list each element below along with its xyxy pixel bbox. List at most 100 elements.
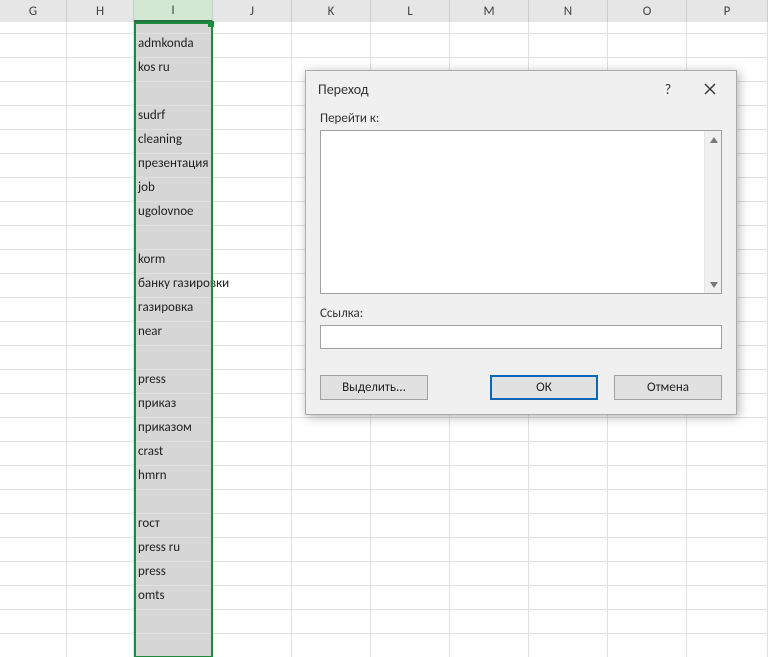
cell[interactable]: банку газировки (134, 274, 213, 298)
cell[interactable] (0, 178, 67, 202)
cell[interactable]: admkonda (134, 34, 213, 58)
cell[interactable] (0, 610, 67, 634)
cell[interactable] (371, 442, 450, 466)
scroll-down-icon[interactable] (705, 276, 722, 293)
cell[interactable] (0, 586, 67, 610)
cell[interactable] (134, 610, 213, 634)
cell[interactable]: cleaning (134, 130, 213, 154)
cell[interactable] (371, 562, 450, 586)
cell[interactable] (213, 226, 292, 250)
cell[interactable] (213, 130, 292, 154)
cell[interactable] (67, 562, 134, 586)
cell[interactable] (67, 82, 134, 106)
cell[interactable] (213, 58, 292, 82)
cell[interactable] (529, 514, 608, 538)
cell[interactable] (213, 82, 292, 106)
cell[interactable] (371, 466, 450, 490)
cell[interactable] (67, 34, 134, 58)
cell[interactable] (67, 394, 134, 418)
cell[interactable] (67, 178, 134, 202)
select-special-button[interactable]: Выделить... (320, 375, 428, 400)
cell[interactable] (213, 538, 292, 562)
cell[interactable]: ugolovnoe (134, 202, 213, 226)
cell[interactable] (67, 202, 134, 226)
cell[interactable] (687, 34, 768, 58)
cell[interactable] (213, 490, 292, 514)
cell[interactable] (213, 586, 292, 610)
cell[interactable] (0, 538, 67, 562)
cell[interactable] (0, 274, 67, 298)
cell[interactable] (687, 610, 768, 634)
cell[interactable] (213, 418, 292, 442)
cell[interactable] (529, 634, 608, 657)
cell[interactable] (450, 562, 529, 586)
cell[interactable] (0, 130, 67, 154)
cell[interactable] (213, 322, 292, 346)
cell[interactable] (529, 538, 608, 562)
cell[interactable] (213, 634, 292, 657)
cell[interactable] (371, 586, 450, 610)
cell[interactable]: job (134, 178, 213, 202)
cell[interactable] (0, 466, 67, 490)
cell[interactable]: приказом (134, 418, 213, 442)
cell[interactable] (371, 514, 450, 538)
ok-button[interactable]: ОК (490, 375, 598, 400)
cell[interactable] (0, 202, 67, 226)
scroll-up-icon[interactable] (705, 131, 722, 148)
cell[interactable] (687, 538, 768, 562)
column-header-L[interactable]: L (371, 0, 450, 22)
cell[interactable] (0, 22, 67, 34)
cell[interactable]: press ru (134, 538, 213, 562)
cell[interactable]: near (134, 322, 213, 346)
column-header-H[interactable]: H (67, 0, 134, 22)
cell[interactable] (0, 514, 67, 538)
cell[interactable] (0, 226, 67, 250)
cell[interactable] (608, 466, 687, 490)
cell[interactable] (0, 82, 67, 106)
cell[interactable] (213, 562, 292, 586)
cell[interactable] (0, 298, 67, 322)
cell[interactable]: sudrf (134, 106, 213, 130)
column-header-G[interactable]: G (0, 0, 67, 22)
cell[interactable]: гост (134, 514, 213, 538)
cell[interactable] (608, 34, 687, 58)
cell[interactable] (213, 178, 292, 202)
cell[interactable] (0, 370, 67, 394)
cell[interactable]: газировка (134, 298, 213, 322)
cell[interactable] (608, 586, 687, 610)
cell[interactable] (67, 58, 134, 82)
cell[interactable] (529, 34, 608, 58)
cell[interactable] (292, 418, 371, 442)
cell[interactable] (371, 490, 450, 514)
cell[interactable] (134, 226, 213, 250)
cell[interactable] (529, 610, 608, 634)
cell[interactable] (134, 22, 213, 34)
column-header-O[interactable]: O (608, 0, 687, 22)
cell[interactable] (292, 562, 371, 586)
reference-input[interactable] (320, 325, 722, 349)
cell[interactable] (213, 106, 292, 130)
cell[interactable] (687, 586, 768, 610)
cell[interactable] (292, 634, 371, 657)
cell[interactable] (687, 634, 768, 657)
cell[interactable] (529, 418, 608, 442)
cell[interactable] (67, 250, 134, 274)
cell[interactable] (529, 22, 608, 34)
cell[interactable] (371, 418, 450, 442)
cell[interactable] (213, 442, 292, 466)
cell[interactable] (67, 610, 134, 634)
cell[interactable] (0, 106, 67, 130)
cell[interactable] (134, 490, 213, 514)
cell[interactable] (450, 466, 529, 490)
cell[interactable] (687, 490, 768, 514)
cell[interactable] (0, 442, 67, 466)
cell[interactable] (450, 490, 529, 514)
cell[interactable] (0, 34, 67, 58)
cell[interactable] (450, 418, 529, 442)
cell[interactable] (67, 346, 134, 370)
cell[interactable] (213, 610, 292, 634)
cell[interactable] (529, 490, 608, 514)
cell[interactable] (213, 370, 292, 394)
cell[interactable] (0, 394, 67, 418)
cell[interactable] (529, 442, 608, 466)
